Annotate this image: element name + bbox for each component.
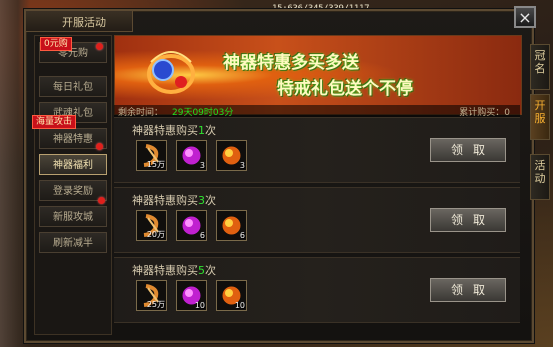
reward-row-title: 神器特惠购买3次 bbox=[132, 194, 216, 207]
promo-banner: 神器特惠多买多送 特戒礼包送个不停 bbox=[114, 35, 522, 115]
panel-title: 开服活动 bbox=[62, 16, 106, 29]
attack-badge: 海量攻击 bbox=[32, 115, 77, 129]
reward-slot[interactable]: 15万 bbox=[136, 140, 167, 171]
artifact-gem-icon bbox=[147, 51, 195, 94]
panel-title-tab: 开服活动 bbox=[26, 11, 133, 32]
close-button[interactable]: × bbox=[514, 6, 536, 28]
reward-row: 神器特惠购买1次 15万 3 3 领取 bbox=[114, 117, 520, 183]
menu-item-siege[interactable]: 新服攻城 bbox=[39, 206, 107, 227]
reward-slot[interactable]: 3 bbox=[176, 140, 207, 171]
reward-row: 神器特惠购买3次 20万 6 6 领取 bbox=[114, 187, 520, 253]
close-icon: × bbox=[518, 8, 532, 27]
banner-info-bar: 剩余时间： 29天09时03分 累计购买：0 bbox=[114, 105, 520, 118]
reward-slot[interactable]: 20万 bbox=[136, 210, 167, 241]
reward-slot[interactable]: 6 bbox=[176, 210, 207, 241]
reward-row-title: 神器特惠购买1次 bbox=[132, 124, 216, 137]
activity-panel: 开服活动 × 零元购 每日礼包 武魂礼包 神器特惠 神器福利 登录奖励 新服攻城… bbox=[24, 6, 536, 343]
reward-row: 神器特惠购买5次 25万 10 10 领取 bbox=[114, 257, 520, 323]
side-tab-server-open[interactable]: 开服 bbox=[530, 94, 550, 140]
side-tab-activity[interactable]: 活动 bbox=[530, 154, 550, 200]
reward-slot[interactable]: 6 bbox=[216, 210, 247, 241]
menu-item-login-reward[interactable]: 登录奖励 bbox=[39, 180, 107, 201]
banner-headline: 神器特惠多买多送 bbox=[223, 53, 359, 73]
banner-subheadline: 特戒礼包送个不停 bbox=[277, 79, 413, 99]
notification-dot bbox=[96, 43, 103, 50]
reward-slot[interactable]: 10 bbox=[176, 280, 207, 311]
claim-button[interactable]: 领取 bbox=[430, 138, 506, 162]
menu-item-refresh-half[interactable]: 刷新减半 bbox=[39, 232, 107, 253]
zero-purchase-badge: 0元购 bbox=[40, 37, 72, 51]
claim-button[interactable]: 领取 bbox=[430, 208, 506, 232]
reward-slot[interactable]: 25万 bbox=[136, 280, 167, 311]
side-tab-naming[interactable]: 冠名 bbox=[530, 44, 550, 90]
reward-slot[interactable]: 10 bbox=[216, 280, 247, 311]
reward-row-title: 神器特惠购买5次 bbox=[132, 264, 216, 277]
activity-menu: 零元购 每日礼包 武魂礼包 神器特惠 神器福利 登录奖励 新服攻城 刷新减半 bbox=[34, 35, 112, 335]
reward-slot[interactable]: 3 bbox=[216, 140, 247, 171]
menu-item-artifact-welfare[interactable]: 神器福利 bbox=[39, 154, 107, 175]
claim-button[interactable]: 领取 bbox=[430, 278, 506, 302]
menu-item-daily-pack[interactable]: 每日礼包 bbox=[39, 76, 107, 97]
notification-dot bbox=[96, 143, 103, 150]
notification-dot bbox=[98, 197, 105, 204]
